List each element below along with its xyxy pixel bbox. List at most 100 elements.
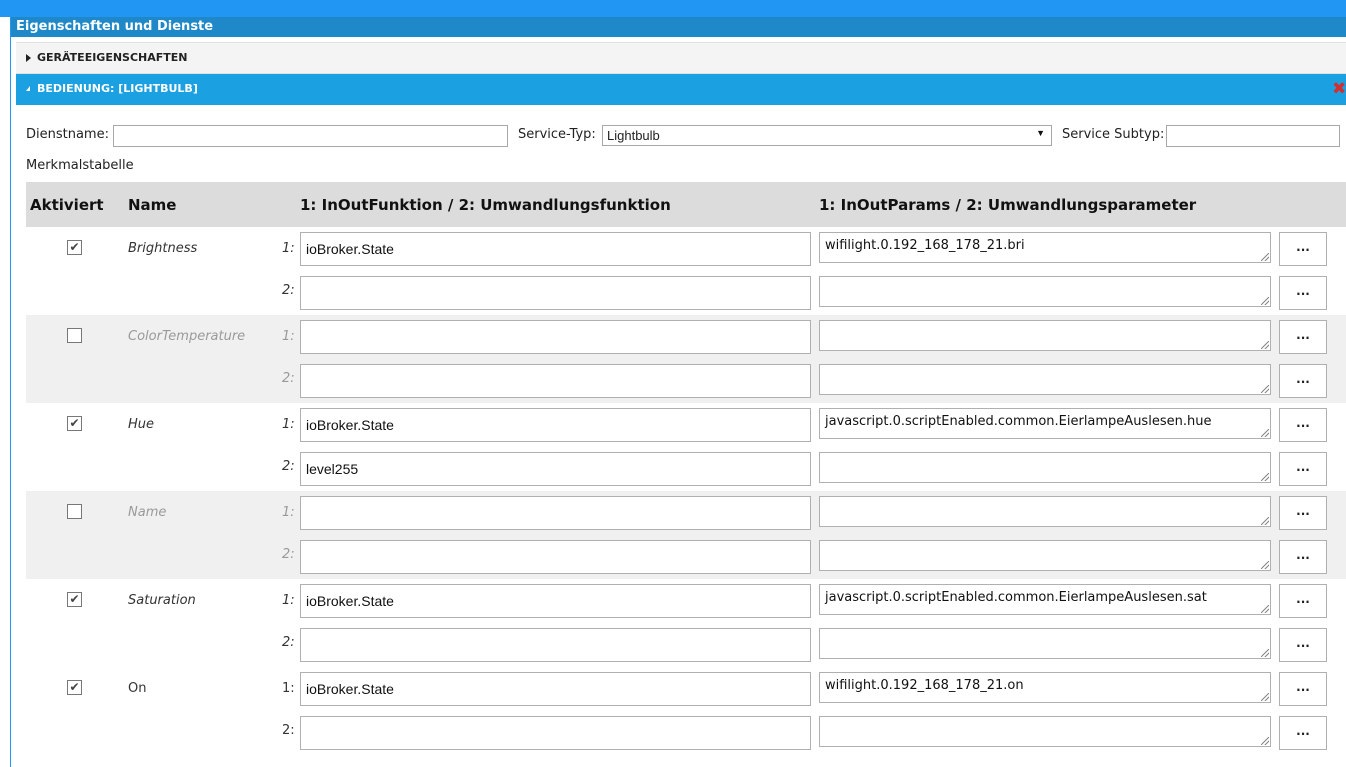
characteristic-name: Hue [128, 417, 155, 432]
resize-grip-icon[interactable] [1261, 737, 1269, 745]
resize-grip-icon[interactable] [1261, 385, 1269, 393]
more-button[interactable]: ... [1279, 276, 1327, 310]
inout-params-textarea[interactable]: wifilight.0.192_168_178_21.bri [819, 232, 1271, 263]
conversion-params-textarea[interactable] [819, 452, 1271, 483]
more-button[interactable]: ... [1279, 452, 1327, 486]
inout-params-textarea[interactable]: wifilight.0.192_168_178_21.on [819, 672, 1271, 703]
header-name: Name [128, 196, 177, 214]
top-accent-bar [0, 0, 1346, 17]
service-type-label: Service-Typ: [518, 127, 596, 142]
dropdown-arrow-icon: ▼ [1036, 128, 1045, 138]
conversion-function-input[interactable] [300, 628, 811, 662]
conversion-params-textarea[interactable] [819, 540, 1271, 571]
more-button[interactable]: ... [1279, 716, 1327, 750]
resize-grip-icon[interactable] [1261, 253, 1269, 261]
more-button[interactable]: ... [1279, 408, 1327, 442]
service-name-label: Dienstname: [26, 127, 109, 142]
table-row: ColorTemperature 1: ... 2: ... [26, 315, 1346, 403]
resize-grip-icon[interactable] [1261, 517, 1269, 525]
inout-function-input[interactable] [300, 496, 811, 530]
enabled-checkbox[interactable]: ✔ [67, 680, 82, 695]
inout-function-input[interactable] [300, 320, 811, 354]
characteristic-name: Brightness [128, 241, 198, 256]
header-params: 1: InOutParams / 2: Umwandlungsparameter [819, 196, 1197, 214]
resize-grip-icon[interactable] [1261, 649, 1269, 657]
inout-params-textarea[interactable] [819, 320, 1271, 351]
inout-params-textarea[interactable] [819, 496, 1271, 527]
resize-grip-icon[interactable] [1261, 341, 1269, 349]
conversion-function-input[interactable]: level255 [300, 452, 811, 486]
more-button[interactable]: ... [1279, 672, 1327, 706]
characteristic-name: Name [128, 505, 167, 520]
inout-params-value: javascript.0.scriptEnabled.common.Eierla… [825, 590, 1207, 605]
more-button[interactable]: ... [1279, 628, 1327, 662]
inout-function-input[interactable]: ioBroker.State [300, 672, 811, 706]
table-header: Aktiviert Name 1: InOutFunktion / 2: Umw… [26, 182, 1346, 227]
service-subtype-label: Service Subtyp: [1062, 127, 1165, 142]
accordion-service[interactable]: BEDIENUNG: [LIGHTBULB] ✖ [16, 74, 1346, 105]
more-button[interactable]: ... [1279, 540, 1327, 574]
resize-grip-icon[interactable] [1261, 693, 1269, 701]
accordion-device-properties[interactable]: GERÄTEEIGENSCHAFTEN [16, 42, 1346, 74]
conversion-function-input[interactable] [300, 276, 811, 310]
service-type-select[interactable]: Lightbulb ▼ [602, 125, 1052, 146]
inout-params-value: wifilight.0.192_168_178_21.bri [825, 238, 1025, 253]
row-number-1: 1: [282, 593, 295, 608]
inout-params-textarea[interactable]: javascript.0.scriptEnabled.common.Eierla… [819, 408, 1271, 439]
conversion-function-input[interactable] [300, 364, 811, 398]
conversion-params-textarea[interactable] [819, 276, 1271, 307]
enabled-checkbox[interactable] [67, 504, 82, 519]
service-type-value: Lightbulb [607, 128, 660, 143]
resize-grip-icon[interactable] [1261, 561, 1269, 569]
header-enabled: Aktiviert [30, 196, 104, 214]
row-number-1: 1: [282, 241, 295, 256]
row-number-2: 2: [282, 459, 295, 474]
row-number-1: 1: [282, 329, 295, 344]
row-number-1: 1: [282, 505, 295, 520]
more-button[interactable]: ... [1279, 320, 1327, 354]
conversion-function-input[interactable] [300, 540, 811, 574]
inout-function-input[interactable]: ioBroker.State [300, 232, 811, 266]
table-row: ✔ On 1: ioBroker.State wifilight.0.192_1… [26, 667, 1346, 755]
enabled-checkbox[interactable]: ✔ [67, 416, 82, 431]
conversion-params-textarea[interactable] [819, 364, 1271, 395]
more-button[interactable]: ... [1279, 364, 1327, 398]
resize-grip-icon[interactable] [1261, 605, 1269, 613]
conversion-params-textarea[interactable] [819, 716, 1271, 747]
row-number-1: 1: [282, 417, 295, 432]
triangle-right-icon [26, 54, 31, 62]
row-number-2: 2: [282, 635, 295, 650]
accordion-device-properties-label: GERÄTEEIGENSCHAFTEN [37, 51, 188, 64]
characteristic-name: On [128, 681, 147, 696]
row-number-1: 1: [282, 681, 295, 696]
inout-params-value: wifilight.0.192_168_178_21.on [825, 678, 1024, 693]
header-function: 1: InOutFunktion / 2: Umwandlungsfunktio… [300, 196, 671, 214]
conversion-function-input[interactable] [300, 716, 811, 750]
service-subtype-input[interactable] [1166, 125, 1340, 147]
row-number-2: 2: [282, 371, 295, 386]
inout-params-textarea[interactable]: javascript.0.scriptEnabled.common.Eierla… [819, 584, 1271, 615]
resize-grip-icon[interactable] [1261, 297, 1269, 305]
enabled-checkbox[interactable] [67, 328, 82, 343]
row-number-2: 2: [282, 723, 295, 738]
table-row: ✔ Saturation 1: ioBroker.State javascrip… [26, 579, 1346, 667]
triangle-down-icon [26, 86, 30, 91]
window-title: Eigenschaften und Dienste [11, 17, 1346, 37]
conversion-params-textarea[interactable] [819, 628, 1271, 659]
resize-grip-icon[interactable] [1261, 429, 1269, 437]
service-name-input[interactable] [113, 125, 508, 147]
close-icon[interactable]: ✖ [1332, 81, 1346, 98]
inout-function-input[interactable]: ioBroker.State [300, 584, 811, 618]
table-row: ✔ Brightness 1: ioBroker.State wifilight… [26, 227, 1346, 315]
more-button[interactable]: ... [1279, 584, 1327, 618]
inout-function-input[interactable]: ioBroker.State [300, 408, 811, 442]
characteristic-name: ColorTemperature [128, 329, 246, 344]
table-caption: Merkmalstabelle [26, 158, 134, 173]
more-button[interactable]: ... [1279, 496, 1327, 530]
accordion-service-label: BEDIENUNG: [LIGHTBULB] [37, 82, 198, 95]
row-number-2: 2: [282, 547, 295, 562]
enabled-checkbox[interactable]: ✔ [67, 592, 82, 607]
enabled-checkbox[interactable]: ✔ [67, 240, 82, 255]
resize-grip-icon[interactable] [1261, 473, 1269, 481]
more-button[interactable]: ... [1279, 232, 1327, 266]
